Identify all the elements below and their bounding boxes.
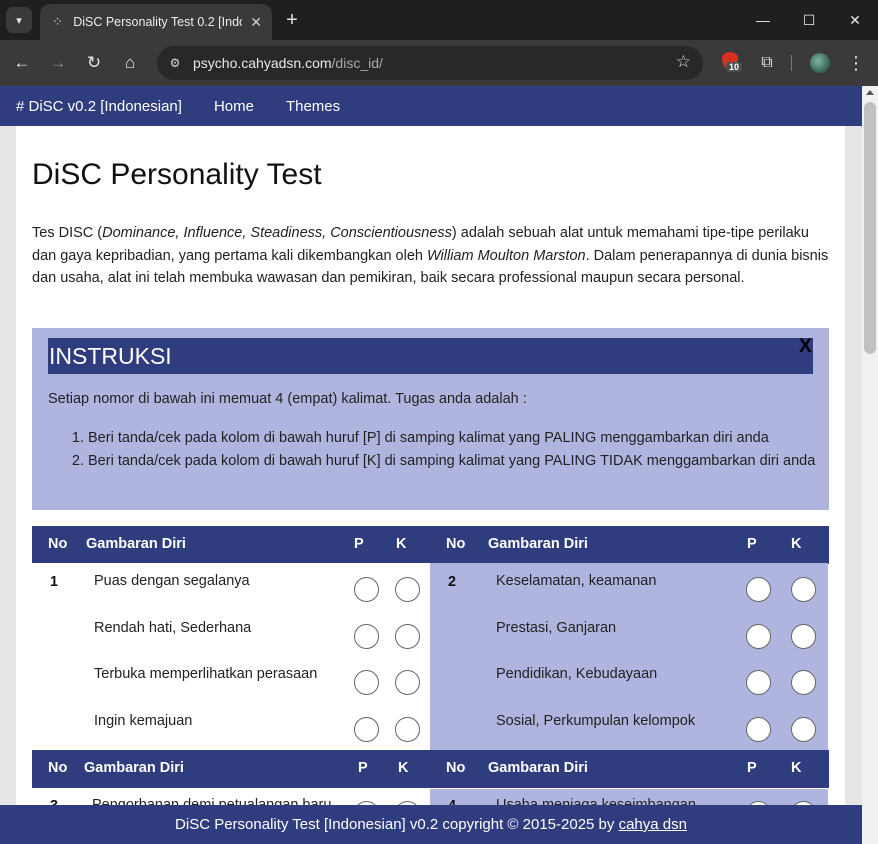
radio-k[interactable] — [791, 717, 816, 742]
radio-k[interactable] — [395, 624, 420, 649]
extension-badge-count: 10 — [726, 62, 743, 72]
radio-k[interactable] — [791, 577, 816, 602]
statement-text: Pendidikan, Kebudayaan — [496, 666, 658, 682]
statement-text: Prestasi, Ganjaran — [496, 620, 617, 636]
radio-k[interactable] — [791, 670, 816, 695]
table-header: No Gambaran Diri P K No Gambaran Diri P … — [32, 526, 829, 564]
reload-icon[interactable]: ↻ — [80, 49, 108, 77]
tab-search-icon[interactable]: ▾ — [6, 7, 32, 33]
star-icon[interactable]: ☆ — [676, 52, 691, 72]
question-number: 2 — [448, 574, 457, 590]
question-group-1: 1 Puas dengan segalanya Rendah hati, Sed… — [32, 563, 430, 751]
scroll-up-icon[interactable] — [866, 90, 874, 95]
profile-icon[interactable] — [810, 53, 830, 73]
instructions-panel: INSTRUKSI X Setiap nomor di bawah ini me… — [32, 328, 829, 510]
navbar-brand[interactable]: # DiSC v0.2 [Indonesian] — [16, 98, 182, 115]
instructions-text: Setiap nomor di bawah ini memuat 4 (empa… — [48, 391, 527, 407]
forward-icon[interactable]: → — [44, 49, 72, 77]
radio-p[interactable] — [354, 717, 379, 742]
new-tab-button[interactable]: + — [280, 8, 304, 32]
statement-text: Terbuka memperlihatkan perasaan — [94, 666, 318, 682]
tab-close-icon[interactable]: ✕ — [250, 14, 262, 31]
url-text[interactable]: psycho.cahyadsn.com/disc_id/ — [193, 55, 383, 71]
table-header: No Gambaran Diri P K No Gambaran Diri P … — [32, 750, 829, 788]
radio-k[interactable] — [791, 624, 816, 649]
footer-author-link[interactable]: cahya dsn — [619, 816, 687, 833]
minimize-button[interactable]: — — [740, 0, 786, 40]
statement-text: Ingin kemajuan — [94, 713, 193, 729]
page-viewport: # DiSC v0.2 [Indonesian] Home Themes DiS… — [0, 86, 862, 844]
page-footer: DiSC Personality Test [Indonesian] v0.2 … — [0, 805, 862, 844]
intro-paragraph: Tes DISC (Dominance, Influence, Steadine… — [32, 225, 829, 287]
scrollbar-thumb[interactable] — [864, 102, 876, 354]
nav-home-link[interactable]: Home — [214, 98, 254, 115]
main-container: DiSC Personality Test Tes DISC (Dominanc… — [16, 126, 845, 844]
page-scrollbar[interactable] — [862, 86, 878, 844]
radio-k[interactable] — [395, 717, 420, 742]
puzzle-icon[interactable]: ⧉ — [756, 52, 778, 74]
browser-tab-strip: ▾ ⁘ DiSC Personality Test 0.2 [Indonesia… — [0, 0, 878, 40]
instruction-step: Beri tanda/cek pada kolom di bawah huruf… — [88, 450, 818, 473]
question-number: 1 — [50, 574, 59, 590]
browser-toolbar: ← → ↻ ⌂ ⚙ psycho.cahyadsn.com/disc_id/ ☆… — [0, 40, 878, 86]
statement-text: Keselamatan, keamanan — [496, 573, 657, 589]
toolbar-divider — [791, 55, 792, 71]
instruction-step: Beri tanda/cek pada kolom di bawah huruf… — [88, 427, 818, 450]
site-navbar: # DiSC v0.2 [Indonesian] Home Themes — [0, 86, 862, 126]
radio-p[interactable] — [354, 670, 379, 695]
radio-p[interactable] — [746, 577, 771, 602]
radio-p[interactable] — [354, 624, 379, 649]
statement-text: Rendah hati, Sederhana — [94, 620, 252, 636]
extension-icon[interactable]: 10 — [720, 52, 743, 74]
question-group-2: 2 Keselamatan, keamanan Prestasi, Ganjar… — [430, 563, 828, 751]
radio-p[interactable] — [354, 577, 379, 602]
radio-p[interactable] — [746, 670, 771, 695]
home-icon[interactable]: ⌂ — [116, 49, 144, 77]
site-info-icon[interactable]: ⚙ — [165, 53, 185, 73]
radio-p[interactable] — [746, 717, 771, 742]
address-bar[interactable]: ⚙ psycho.cahyadsn.com/disc_id/ ☆ — [157, 46, 703, 80]
browser-tab[interactable]: ⁘ DiSC Personality Test 0.2 [Indonesian]… — [40, 4, 272, 40]
radio-p[interactable] — [746, 624, 771, 649]
radio-k[interactable] — [395, 577, 420, 602]
tab-title: DiSC Personality Test 0.2 [Indonesian] — [73, 15, 242, 29]
menu-icon[interactable]: ⋮ — [846, 51, 866, 75]
statement-text: Sosial, Perkumpulan kelompok — [496, 713, 696, 729]
back-icon[interactable]: ← — [8, 49, 36, 77]
instructions-list: Beri tanda/cek pada kolom di bawah huruf… — [88, 427, 818, 472]
maximize-button[interactable]: ☐ — [786, 0, 832, 40]
nav-themes-link[interactable]: Themes — [286, 98, 340, 115]
instructions-heading: INSTRUKSI — [48, 338, 813, 374]
statement-text: Puas dengan segalanya — [94, 573, 250, 589]
close-window-button[interactable]: ✕ — [832, 0, 878, 40]
instructions-close-button[interactable]: X — [799, 336, 812, 358]
page-title: DiSC Personality Test — [32, 158, 322, 191]
favicon-icon: ⁘ — [52, 14, 64, 29]
radio-k[interactable] — [395, 670, 420, 695]
